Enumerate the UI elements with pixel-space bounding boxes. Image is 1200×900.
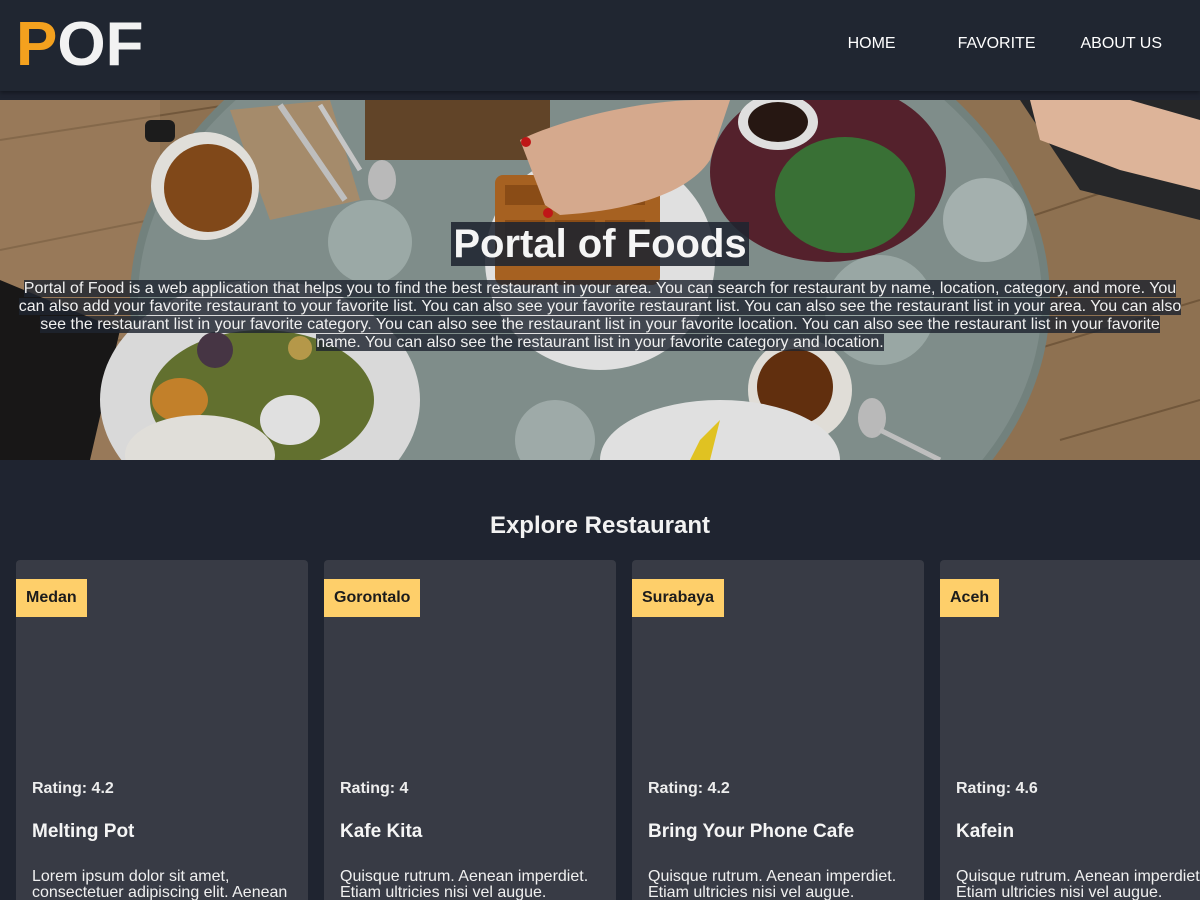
- city-badge: Gorontalo: [324, 579, 421, 617]
- restaurant-description: Lorem ipsum dolor sit amet, consectetuer…: [32, 868, 288, 900]
- restaurant-rating: Rating: 4.2: [32, 780, 114, 797]
- restaurant-name[interactable]: Kafein: [956, 821, 1014, 843]
- main-nav: HOME FAVORITE ABOUT US: [848, 34, 1162, 54]
- city-badge: Medan: [16, 579, 87, 617]
- restaurant-description: Quisque rutrum. Aenean imperdiet. Etiam …: [340, 868, 589, 900]
- restaurant-card[interactable]: Aceh Rating: 4.6 Kafein Quisque rutrum. …: [940, 560, 1200, 900]
- hero-title: Portal of Foods: [451, 222, 749, 266]
- restaurant-description: Quisque rutrum. Aenean imperdiet. Etiam …: [956, 868, 1200, 900]
- nav-home-link[interactable]: HOME: [848, 34, 896, 54]
- restaurant-rating: Rating: 4.6: [956, 780, 1038, 797]
- hero-description: Portal of Food is a web application that…: [18, 280, 1182, 352]
- restaurant-name[interactable]: Kafe Kita: [340, 821, 422, 843]
- restaurant-description: Quisque rutrum. Aenean imperdiet. Etiam …: [648, 868, 897, 900]
- explore-restaurant-heading: Explore Restaurant: [489, 512, 711, 539]
- restaurant-card[interactable]: Medan Rating: 4.2 Melting Pot Lorem ipsu…: [16, 560, 308, 900]
- restaurant-rating: Rating: 4: [340, 780, 409, 797]
- restaurant-rating: Rating: 4.2: [648, 780, 730, 797]
- logo[interactable]: POF: [16, 10, 143, 80]
- nav-favorite-link[interactable]: FAVORITE: [958, 34, 1036, 54]
- hero-section: Portal of Foods Portal of Food is a web …: [0, 100, 1200, 460]
- restaurant-card[interactable]: Gorontalo Rating: 4 Kafe Kita Quisque ru…: [324, 560, 616, 900]
- city-badge: Surabaya: [632, 579, 725, 617]
- nav-about-us-link[interactable]: ABOUT US: [1081, 34, 1163, 54]
- hero-content: Portal of Foods Portal of Food is a web …: [0, 222, 1200, 352]
- restaurant-list: Medan Rating: 4.2 Melting Pot Lorem ipsu…: [16, 560, 1200, 900]
- app-header: POF HOME FAVORITE ABOUT US: [0, 0, 1200, 91]
- logo-letters-of: OF: [57, 10, 144, 79]
- restaurant-card[interactable]: Surabaya Rating: 4.2 Bring Your Phone Ca…: [632, 560, 924, 900]
- logo-letter-p: P: [16, 10, 58, 79]
- hero-description-text: Portal of Food is a web application that…: [18, 280, 1182, 351]
- restaurant-name[interactable]: Melting Pot: [32, 821, 134, 843]
- city-badge: Aceh: [940, 579, 1000, 617]
- restaurant-name[interactable]: Bring Your Phone Cafe: [648, 821, 854, 843]
